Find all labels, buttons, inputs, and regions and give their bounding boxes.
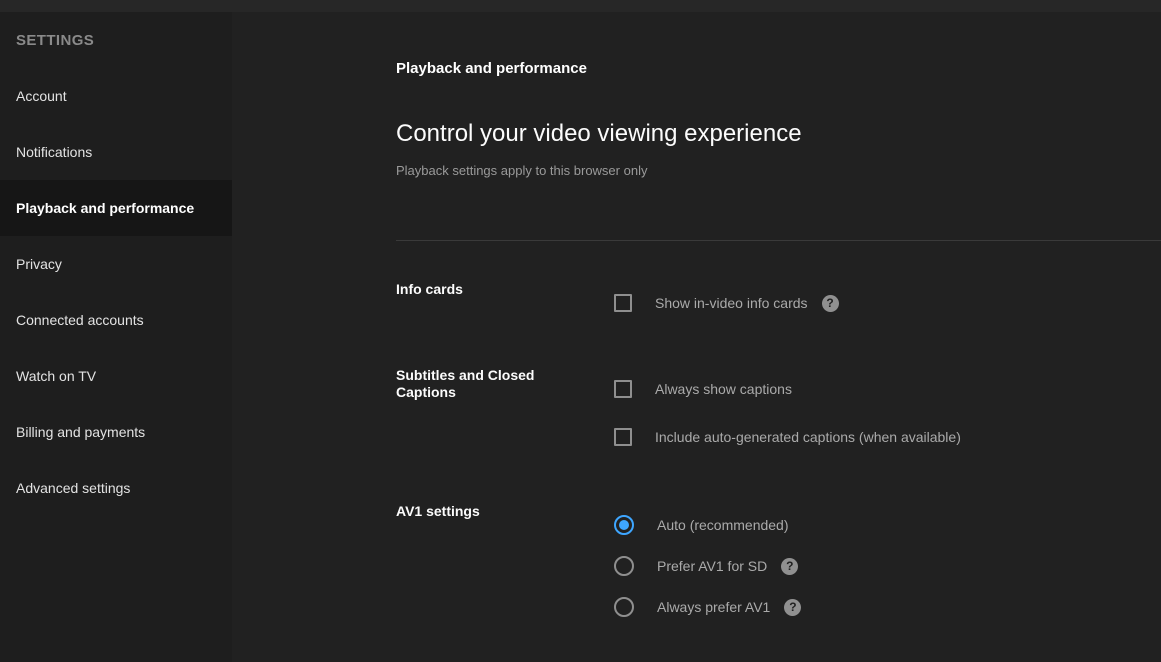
section-divider bbox=[396, 240, 1161, 241]
top-bar bbox=[0, 0, 1161, 12]
sidebar-title: SETTINGS bbox=[16, 31, 95, 49]
help-icon[interactable]: ? bbox=[784, 598, 802, 616]
option-row-auto-generated-captions: Include auto-generated captions (when av… bbox=[614, 420, 961, 454]
sidebar-item-account[interactable]: Account bbox=[0, 68, 232, 124]
sidebar-item-notifications[interactable]: Notifications bbox=[0, 124, 232, 180]
option-row-av1-always-prefer: Always prefer AV1 ? bbox=[614, 590, 802, 624]
sidebar-item-connected-accounts[interactable]: Connected accounts bbox=[0, 292, 232, 348]
sidebar-item-watch-on-tv[interactable]: Watch on TV bbox=[0, 348, 232, 404]
show-in-video-info-cards-checkbox[interactable] bbox=[614, 294, 632, 312]
section-label-av1-settings: AV1 settings bbox=[396, 503, 480, 519]
auto-generated-captions-checkbox[interactable] bbox=[614, 428, 632, 446]
settings-main-panel: Playback and performance Control your vi… bbox=[232, 12, 1161, 662]
section-av1-settings: AV1 settings Auto (recommended) Prefer A… bbox=[396, 503, 1161, 624]
section-label-info-cards: Info cards bbox=[396, 281, 463, 297]
av1-prefer-sd-radio[interactable] bbox=[614, 556, 634, 576]
page-category-title: Playback and performance bbox=[396, 60, 587, 77]
always-show-captions-label[interactable]: Always show captions bbox=[655, 380, 792, 398]
sidebar-item-privacy[interactable]: Privacy bbox=[0, 236, 232, 292]
av1-auto-label[interactable]: Auto (recommended) bbox=[657, 516, 789, 534]
section-label-subtitles: Subtitles and Closed Captions bbox=[396, 367, 535, 400]
help-icon[interactable]: ? bbox=[821, 294, 839, 312]
av1-always-prefer-label[interactable]: Always prefer AV1 bbox=[657, 598, 770, 616]
sidebar-item-advanced-settings[interactable]: Advanced settings bbox=[0, 460, 232, 516]
option-row-show-in-video-info-cards: Show in-video info cards ? bbox=[614, 286, 839, 320]
page-subheading: Playback settings apply to this browser … bbox=[396, 163, 648, 178]
sidebar-item-playback-and-performance[interactable]: Playback and performance bbox=[0, 180, 232, 236]
option-row-always-show-captions: Always show captions bbox=[614, 372, 961, 406]
show-in-video-info-cards-label[interactable]: Show in-video info cards bbox=[655, 294, 808, 312]
auto-generated-captions-label[interactable]: Include auto-generated captions (when av… bbox=[655, 428, 961, 446]
av1-prefer-sd-label[interactable]: Prefer AV1 for SD bbox=[657, 557, 767, 575]
settings-sidebar: SETTINGS Account Notifications Playback … bbox=[0, 12, 232, 662]
help-icon[interactable]: ? bbox=[781, 557, 799, 575]
sidebar-item-billing-and-payments[interactable]: Billing and payments bbox=[0, 404, 232, 460]
page-heading: Control your video viewing experience bbox=[396, 120, 802, 147]
option-row-av1-auto: Auto (recommended) bbox=[614, 508, 801, 542]
av1-always-prefer-radio[interactable] bbox=[614, 597, 634, 617]
section-info-cards: Info cards Show in-video info cards ? bbox=[396, 281, 1161, 320]
section-subtitles: Subtitles and Closed Captions Always sho… bbox=[396, 367, 1161, 454]
always-show-captions-checkbox[interactable] bbox=[614, 380, 632, 398]
av1-auto-radio[interactable] bbox=[614, 515, 634, 535]
option-row-av1-prefer-sd: Prefer AV1 for SD ? bbox=[614, 549, 801, 583]
